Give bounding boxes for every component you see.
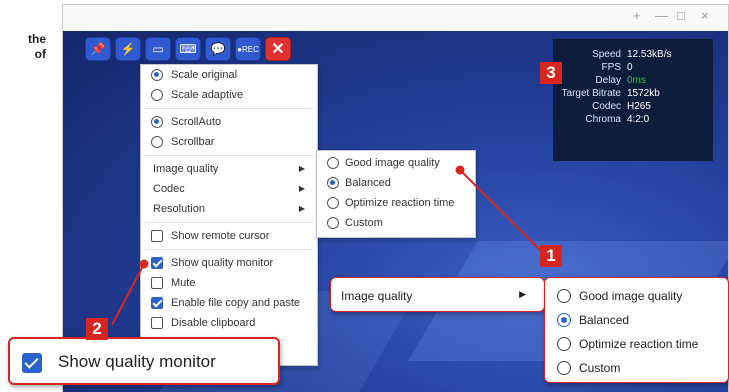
radio-icon (557, 289, 571, 303)
zoom-item-good-quality: Good image quality (545, 284, 682, 308)
step-badge-1: 1 (540, 245, 562, 267)
zoom-image-quality-label: Image quality (341, 289, 413, 303)
menu-label: Optimize reaction time (579, 337, 699, 351)
zoom-image-quality-item: Image quality ▶ (330, 277, 545, 312)
radio-selected-icon (557, 313, 571, 327)
submenu-arrow-icon: ▶ (519, 289, 526, 299)
leader-line-1 (459, 169, 553, 263)
zoom-item-optimize: Optimize reaction time (545, 332, 698, 356)
menu-label: Balanced (579, 313, 630, 327)
zoom-item-balanced: Balanced (545, 308, 629, 332)
zoom-show-quality-monitor: Show quality monitor (8, 337, 280, 385)
zoom-image-quality-submenu: Good image quality Balanced Optimize rea… (544, 277, 729, 383)
zoom-show-quality-monitor-label: Show quality monitor (58, 352, 216, 371)
menu-label: Custom (579, 361, 621, 375)
step-badge-2: 2 (86, 318, 108, 340)
zoom-item-custom: Custom (545, 356, 620, 380)
radio-icon (557, 337, 571, 351)
checkbox-checked-icon (22, 353, 42, 373)
target-dot-2 (139, 259, 149, 269)
target-dot-1 (455, 165, 465, 175)
menu-label: Good image quality (579, 289, 683, 303)
leader-line-2 (111, 263, 145, 326)
radio-icon (557, 361, 571, 375)
step-badge-3: 3 (540, 62, 562, 84)
